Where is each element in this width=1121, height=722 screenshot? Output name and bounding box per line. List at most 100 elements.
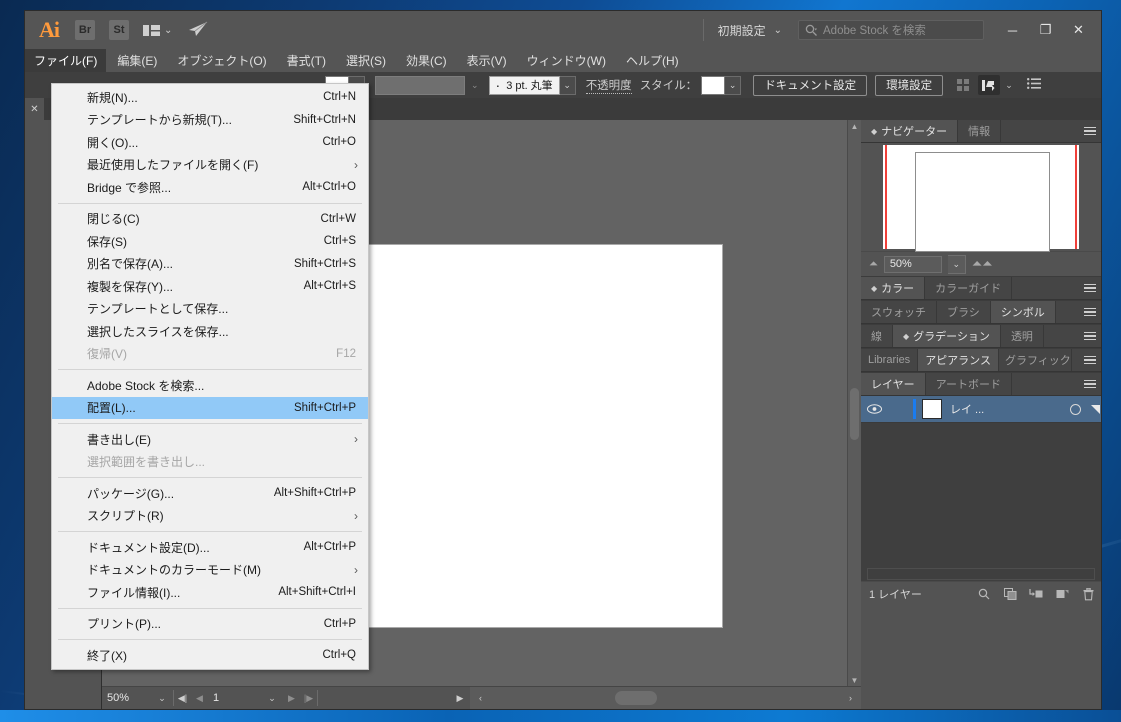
color-panel-menu-icon[interactable] [1079,277,1101,299]
tab-navigator[interactable]: ◆ ナビゲーター [861,120,959,142]
align-icon[interactable] [957,78,970,92]
navigator-panel-menu-icon[interactable] [1079,120,1101,142]
menu-view[interactable]: 表示(V) [458,49,516,72]
file-menu-item[interactable]: 新規(N)... Ctrl+N [52,86,368,109]
create-sublayer-icon[interactable] [1023,588,1049,600]
stroke-panel-menu-icon[interactable] [1079,325,1101,347]
file-menu-item[interactable]: テンプレートとして保存... [52,298,368,321]
layers-panel-menu-icon[interactable] [1079,373,1101,395]
file-menu-dropdown[interactable]: 新規(N)... Ctrl+N テンプレートから新規(T)... Shift+Ctrl… [51,83,369,670]
delete-layer-icon[interactable] [1075,587,1101,601]
file-menu-item[interactable]: 最近使用したファイルを開く(F) › [52,154,368,177]
chevron-down-icon[interactable]: ⌄ [1005,80,1013,91]
artboard-number-input[interactable]: 1 [208,687,261,709]
file-menu-item[interactable]: ドキュメントのカラーモード(M) › [52,559,368,582]
locate-object-icon[interactable] [971,588,997,600]
preferences-button[interactable]: 環境設定 [875,74,944,96]
file-menu-item[interactable]: 保存(S) Ctrl+S [52,230,368,253]
file-menu-item[interactable]: プリント(P)... Ctrl+P [52,613,368,636]
graphic-style-swatch[interactable] [701,75,726,95]
horizontal-scrollbar[interactable]: ‹ › [470,687,861,709]
zoom-level-input[interactable]: 50% [102,687,151,709]
tab-gradient[interactable]: ◆ グラデーション [893,325,1001,347]
create-new-layer-icon[interactable] [1049,588,1075,600]
previous-artboard-button[interactable]: ◀ [191,687,208,709]
appearance-panel-menu-icon[interactable] [1079,349,1101,371]
status-expand-icon[interactable]: ▶ [450,693,470,704]
brush-dropdown-icon[interactable]: ⌄ [559,75,576,95]
layers-inner-scroll[interactable] [867,568,1095,580]
minimize-button[interactable]: ─ [996,17,1029,43]
navigator-zoom-dropdown-icon[interactable]: ⌄ [947,254,966,274]
file-menu-item[interactable]: Bridge で参照... Alt+Ctrl+O [52,176,368,199]
navigator-zoom-input[interactable]: 50% [883,255,942,273]
artboard[interactable] [321,244,723,628]
scroll-up-icon[interactable]: ▲ [848,120,861,133]
file-menu-item[interactable]: テンプレートから新規(T)... Shift+Ctrl+N [52,109,368,132]
file-menu-item[interactable]: パッケージ(G)... Alt+Shift+Ctrl+P [52,482,368,505]
next-artboard-button[interactable]: ▶ [283,687,300,709]
style-dropdown-icon[interactable]: ⌄ [725,75,742,95]
artboard-dropdown-icon[interactable]: ⌄ [261,687,283,709]
file-menu-item[interactable]: 選択したスライスを保存... [52,320,368,343]
horizontal-scroll-thumb[interactable] [615,691,657,705]
maximize-button[interactable]: ❐ [1029,17,1062,43]
zoom-out-icon[interactable]: ⏶ [869,258,878,271]
scroll-right-icon[interactable]: › [842,687,859,709]
arrange-documents-icon[interactable] [143,24,160,37]
file-menu-item[interactable]: 終了(X) Ctrl+Q [52,644,368,667]
menu-select[interactable]: 選択(S) [337,49,395,72]
tab-color-guide[interactable]: カラーガイド [925,277,1013,299]
file-menu-item[interactable]: Adobe Stock を検索... [52,374,368,397]
tab-symbols[interactable]: シンボル [990,301,1056,323]
first-artboard-button[interactable]: ◀| [174,687,191,709]
bridge-icon[interactable]: Br [75,20,95,40]
last-artboard-button[interactable]: |▶ [300,687,317,709]
workspace-selector[interactable]: 初期設定 ⌄ [702,19,782,41]
file-menu-item[interactable]: 開く(O)... Ctrl+O [52,131,368,154]
tab-graphic-styles[interactable]: グラフィックス! [998,349,1072,371]
menu-object[interactable]: オブジェクト(O) [168,49,275,72]
tab-swatches[interactable]: スウォッチ [861,301,937,323]
tab-stroke[interactable]: 線 [861,325,893,347]
brush-definition-select[interactable]: · 3 pt. 丸筆 [488,75,560,95]
menu-type[interactable]: 書式(T) [278,49,335,72]
menu-edit[interactable]: 編集(E) [108,49,166,72]
target-indicator-icon[interactable] [1070,403,1081,415]
file-menu-item[interactable]: 書き出し(E) › [52,428,368,451]
file-menu-item[interactable]: ドキュメント設定(D)... Alt+Ctrl+P [52,536,368,559]
tab-brushes[interactable]: ブラシ [937,301,991,323]
zoom-in-icon[interactable]: ⏶⏶ [972,256,993,272]
file-menu-item[interactable]: 閉じる(C) Ctrl+W [52,208,368,231]
tab-artboards[interactable]: アートボード [925,373,1013,395]
options-list-icon[interactable] [1026,78,1041,92]
transform-icon[interactable] [978,75,1001,95]
stock-search-input[interactable]: Adobe Stock を検索 [798,20,984,40]
tab-layers[interactable]: レイヤー [861,373,926,395]
close-button[interactable]: ✕ [1062,17,1095,43]
stroke-weight-field[interactable] [375,75,465,95]
file-menu-item[interactable]: ファイル情報(I)... Alt+Shift+Ctrl+I [52,581,368,604]
zoom-dropdown-icon[interactable]: ⌄ [151,687,173,709]
document-tab-close-icon[interactable]: ✕ [25,98,44,120]
menu-help[interactable]: ヘルプ(H) [617,49,688,72]
document-setup-button[interactable]: ドキュメント設定 [753,74,868,96]
vertical-scroll-thumb[interactable] [850,388,859,440]
navigator-preview[interactable] [861,143,1101,252]
tab-info[interactable]: 情報 [958,120,1002,142]
menu-file[interactable]: ファイル(F) [25,49,107,72]
scroll-left-icon[interactable]: ‹ [472,687,489,709]
make-clipping-mask-icon[interactable] [997,588,1023,600]
chevron-down-icon[interactable]: ⌄ [164,25,172,36]
tab-color[interactable]: ◆ カラー [861,277,926,299]
file-menu-item[interactable]: 別名で保存(A)... Shift+Ctrl+S [52,253,368,276]
swatches-panel-menu-icon[interactable] [1079,301,1101,323]
tab-libraries[interactable]: Libraries [861,349,919,371]
opacity-label[interactable]: 不透明度 [585,77,632,94]
chevron-down-icon[interactable]: ⌄ [471,80,479,91]
file-menu-item[interactable]: スクリプト(R) › [52,505,368,528]
file-menu-item[interactable]: 配置(L)... Shift+Ctrl+P [52,396,368,419]
layers-list[interactable]: レイ ... 1 レイヤー [861,396,1101,606]
behance-icon[interactable] [188,21,208,40]
menu-effect[interactable]: 効果(C) [397,49,456,72]
